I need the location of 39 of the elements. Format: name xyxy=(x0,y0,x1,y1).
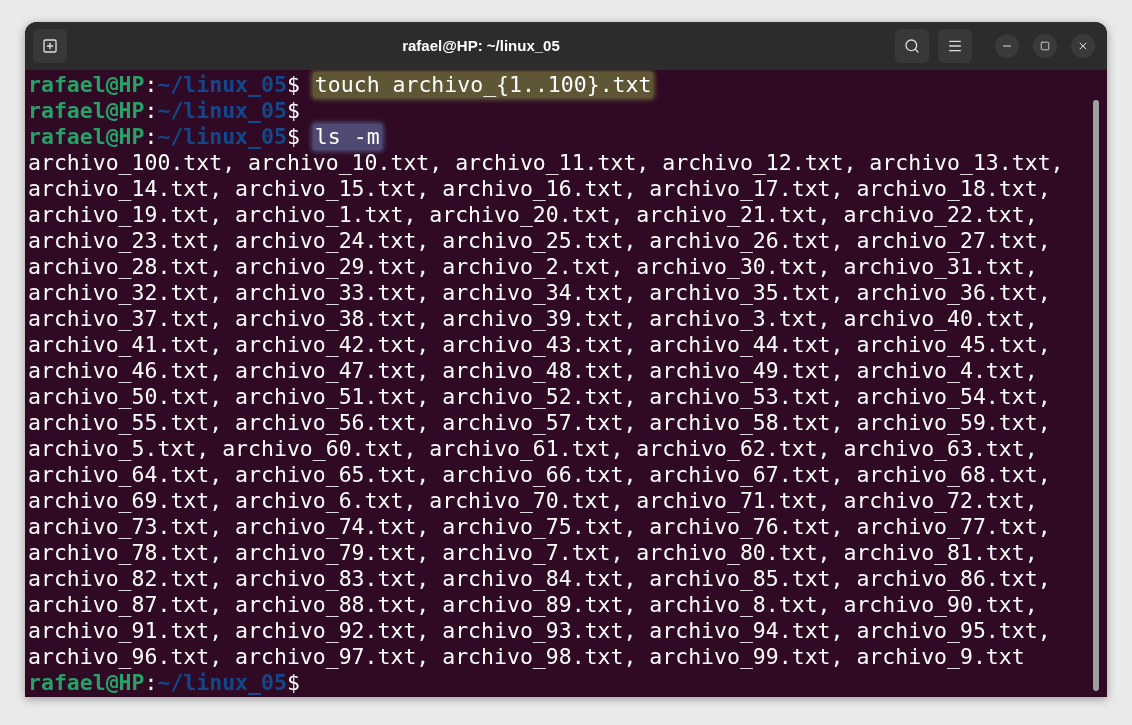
output-line: archivo_64.txt, archivo_65.txt, archivo_66.txt, archivo_67.txt, archivo_68.txt, xyxy=(28,462,1051,488)
output-line: archivo_55.txt, archivo_56.txt, archivo_57.txt, archivo_58.txt, archivo_59.txt, xyxy=(28,410,1051,436)
output-line: archivo_100.txt, archivo_10.txt, archivo_11.txt, archivo_12.txt, archivo_13.txt, xyxy=(28,150,1064,176)
output-line: archivo_78.txt, archivo_79.txt, archivo_7.txt, archivo_80.txt, archivo_81.txt, xyxy=(28,540,1038,566)
output-line: archivo_23.txt, archivo_24.txt, archivo_25.txt, archivo_26.txt, archivo_27.txt, xyxy=(28,228,1051,254)
menu-button[interactable] xyxy=(938,29,972,63)
output-line: archivo_50.txt, archivo_51.txt, archivo_52.txt, archivo_53.txt, archivo_54.txt, xyxy=(28,384,1051,410)
output-line: archivo_28.txt, archivo_29.txt, archivo_2.txt, archivo_30.txt, archivo_31.txt, xyxy=(28,254,1038,280)
output-line: archivo_91.txt, archivo_92.txt, archivo_93.txt, archivo_94.txt, archivo_95.txt, xyxy=(28,618,1051,644)
output-line: archivo_82.txt, archivo_83.txt, archivo_84.txt, archivo_85.txt, archivo_86.txt, xyxy=(28,566,1051,592)
maximize-icon xyxy=(1040,41,1050,51)
shell-prompt: rafael@HP:~/linux_05$ xyxy=(28,72,300,98)
search-icon xyxy=(904,38,920,54)
new-tab-button[interactable] xyxy=(33,29,67,63)
output-line: archivo_32.txt, archivo_33.txt, archivo_34.txt, archivo_35.txt, archivo_36.txt, xyxy=(28,280,1051,306)
search-button[interactable] xyxy=(895,29,929,63)
output-line: archivo_37.txt, archivo_38.txt, archivo_39.txt, archivo_3.txt, archivo_40.txt, xyxy=(28,306,1038,332)
output-line: archivo_14.txt, archivo_15.txt, archivo_16.txt, archivo_17.txt, archivo_18.txt, xyxy=(28,176,1051,202)
shell-prompt: rafael@HP:~/linux_05$ xyxy=(28,670,300,696)
scrollbar[interactable] xyxy=(1093,100,1099,691)
minimize-button[interactable] xyxy=(995,34,1019,58)
plus-square-icon xyxy=(42,38,58,54)
output-line: archivo_87.txt, archivo_88.txt, archivo_89.txt, archivo_8.txt, archivo_90.txt, xyxy=(28,592,1038,618)
output-line: archivo_96.txt, archivo_97.txt, archivo_98.txt, archivo_99.txt, archivo_9.txt xyxy=(28,644,1025,670)
maximize-button[interactable] xyxy=(1033,34,1057,58)
close-button[interactable] xyxy=(1071,34,1095,58)
window-title: rafael@HP: ~/linux_05 xyxy=(402,35,560,56)
shell-prompt: rafael@HP:~/linux_05$ xyxy=(28,124,300,150)
menu-icon xyxy=(947,38,963,54)
output-line: archivo_69.txt, archivo_6.txt, archivo_70.txt, archivo_71.txt, archivo_72.txt, xyxy=(28,488,1038,514)
command-text: ls -m xyxy=(312,124,382,150)
output-line: archivo_5.txt, archivo_60.txt, archivo_61.txt, archivo_62.txt, archivo_63.txt, xyxy=(28,436,1038,462)
output-line: archivo_41.txt, archivo_42.txt, archivo_43.txt, archivo_44.txt, archivo_45.txt, xyxy=(28,332,1051,358)
shell-prompt: rafael@HP:~/linux_05$ xyxy=(28,98,300,124)
close-icon xyxy=(1077,40,1089,52)
output-line: archivo_73.txt, archivo_74.txt, archivo_75.txt, archivo_76.txt, archivo_77.txt, xyxy=(28,514,1051,540)
output-line: archivo_19.txt, archivo_1.txt, archivo_20.txt, archivo_21.txt, archivo_22.txt, xyxy=(28,202,1038,228)
command-text: touch archivo_{1..100}.txt xyxy=(312,72,654,98)
output-line: archivo_46.txt, archivo_47.txt, archivo_48.txt, archivo_49.txt, archivo_4.txt, xyxy=(28,358,1038,384)
